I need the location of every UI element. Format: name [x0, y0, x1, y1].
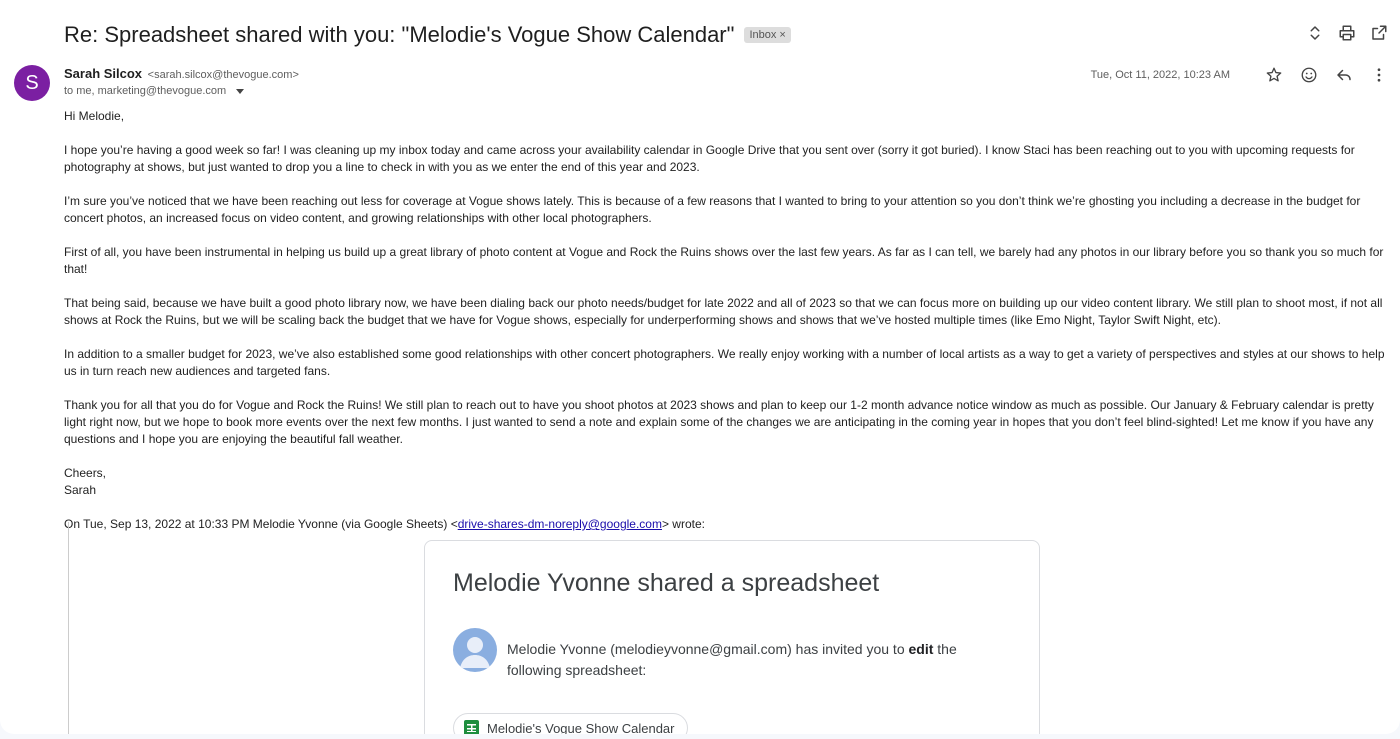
emoji-icon[interactable] [1300, 66, 1318, 84]
message-date: Tue, Oct 11, 2022, 10:23 AM [1090, 69, 1230, 81]
recipients-line[interactable]: to me, marketing@thevogue.com [64, 85, 245, 97]
quote-intro: On Tue, Sep 13, 2022 at 10:33 PM Melodie… [64, 517, 458, 531]
paragraph-5: In addition to a smaller budget for 2023… [64, 347, 1385, 378]
email-subject: Re: Spreadsheet shared with you: "Melodi… [64, 22, 735, 47]
paragraph-4: That being said, because we have built a… [64, 296, 1383, 327]
paragraph-3: First of all, you have been instrumental… [64, 245, 1384, 276]
email-view: Re: Spreadsheet shared with you: "Melodi… [0, 0, 1400, 734]
sender-line: Sarah Silcox <sarah.silcox@thevogue.com> [64, 66, 299, 81]
share-card-title: Melodie Yvonne shared a spreadsheet [453, 569, 880, 597]
sender-name[interactable]: Sarah Silcox [64, 66, 142, 81]
message-body: Hi Melodie, I hope you’re having a good … [64, 108, 1386, 550]
quote-outro: > wrote: [661, 517, 705, 531]
spreadsheet-file-name: Melodie's Vogue Show Calendar [487, 720, 675, 735]
quote-attribution: On Tue, Sep 13, 2022 at 10:33 PM Melodie… [64, 516, 1386, 533]
unfold-icon[interactable] [1306, 24, 1324, 42]
chevron-down-icon[interactable] [236, 88, 245, 94]
more-vert-icon[interactable] [1370, 66, 1388, 84]
user-avatar-icon [453, 628, 497, 672]
spreadsheet-file-chip[interactable]: Melodie's Vogue Show Calendar [453, 713, 688, 734]
signature: Sarah [64, 483, 97, 497]
paragraph-1: I hope you’re having a good week so far!… [64, 143, 1355, 174]
invite-text: Melodie Yvonne (melodieyvonne@gmail.com)… [507, 639, 987, 681]
inbox-label-chip[interactable]: Inbox × [744, 27, 791, 43]
invite-prefix: Melodie Yvonne (melodieyvonne@gmail.com)… [507, 641, 909, 657]
sender-email-link[interactable]: drive-shares-dm-noreply@google.com [458, 517, 662, 531]
paragraph-2: I’m sure you’ve noticed that we have bee… [64, 194, 1361, 225]
invite-role: edit [908, 641, 934, 657]
sender-avatar[interactable]: S [14, 65, 50, 101]
label-text: Inbox [749, 29, 777, 41]
reply-icon[interactable] [1335, 66, 1353, 84]
signoff: Cheers, [64, 466, 107, 480]
paragraph-6: Thank you for all that you do for Vogue … [64, 398, 1374, 446]
thread-actions [1306, 24, 1388, 42]
recipients-text: to me, marketing@thevogue.com [64, 85, 227, 97]
greeting: Hi Melodie, [64, 109, 125, 123]
google-sheets-icon [464, 720, 479, 734]
print-icon[interactable] [1338, 24, 1356, 42]
sender-email: <sarah.silcox@thevogue.com> [147, 69, 299, 81]
quote-divider [68, 522, 69, 734]
subject-row: Re: Spreadsheet shared with you: "Melodi… [64, 22, 791, 48]
star-icon[interactable] [1265, 66, 1283, 84]
message-actions: Tue, Oct 11, 2022, 10:23 AM [1091, 66, 1388, 84]
remove-label-icon[interactable]: × [779, 29, 785, 41]
share-card: Melodie Yvonne shared a spreadsheet Melo… [424, 540, 1040, 734]
open-in-new-icon[interactable] [1370, 24, 1388, 42]
